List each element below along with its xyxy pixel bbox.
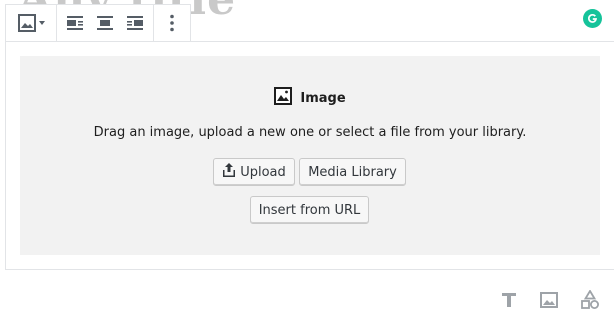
align-left-button[interactable] bbox=[60, 5, 90, 41]
image-icon bbox=[17, 14, 36, 32]
upload-button[interactable]: Upload bbox=[213, 158, 295, 186]
align-center-button[interactable] bbox=[90, 5, 120, 41]
placeholder-label: Image bbox=[20, 87, 600, 109]
more-vertical-icon bbox=[169, 14, 175, 32]
shapes-icon bbox=[580, 289, 600, 314]
paragraph-icon bbox=[501, 292, 517, 312]
align-right-icon bbox=[126, 16, 144, 30]
upload-icon bbox=[222, 162, 236, 182]
more-options-button[interactable] bbox=[157, 5, 187, 41]
image-placeholder: Image Drag an image, upload a new one or… bbox=[20, 56, 600, 255]
insert-image-button[interactable] bbox=[537, 290, 561, 314]
insert-shapes-button[interactable] bbox=[578, 289, 602, 314]
block-toolbar bbox=[5, 4, 191, 42]
alignment-group bbox=[57, 5, 154, 41]
block-switcher-group bbox=[6, 5, 57, 41]
editor-canvas: Any title bbox=[0, 0, 614, 325]
chevron-down-icon bbox=[38, 21, 45, 25]
align-center-icon bbox=[96, 16, 114, 30]
upload-label: Upload bbox=[240, 164, 286, 180]
align-left-icon bbox=[66, 16, 84, 30]
placeholder-instructions: Drag an image, upload a new one or selec… bbox=[93, 125, 527, 140]
image-icon bbox=[274, 87, 293, 109]
block-switcher-button[interactable] bbox=[9, 5, 53, 41]
placeholder-title: Image bbox=[300, 90, 346, 106]
image-icon bbox=[540, 292, 558, 312]
media-library-button[interactable]: Media Library bbox=[299, 158, 406, 186]
more-options-group bbox=[154, 5, 190, 41]
insert-from-url-button[interactable]: Insert from URL bbox=[250, 196, 369, 224]
grammarly-icon[interactable] bbox=[583, 9, 602, 28]
align-right-button[interactable] bbox=[120, 5, 150, 41]
insert-paragraph-button[interactable] bbox=[497, 290, 521, 314]
